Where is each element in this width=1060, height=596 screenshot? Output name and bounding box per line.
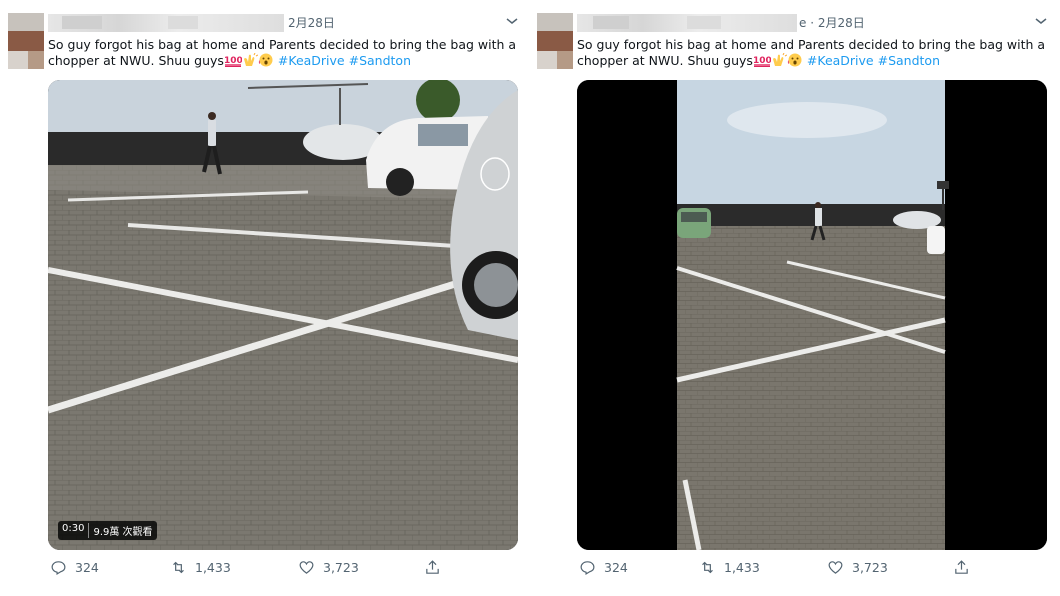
retweet-button[interactable]: 1,433 [170, 556, 231, 578]
retweet-count: 1,433 [195, 559, 231, 575]
retweet-button[interactable]: 1,433 [699, 556, 760, 578]
share-icon [426, 559, 439, 574]
astonished-face-icon [787, 53, 802, 67]
blurred-username [577, 14, 797, 32]
tweet-text: So guy forgot his bag at home and Parent… [48, 37, 518, 69]
share-button[interactable] [424, 556, 441, 578]
video-views: 9.9萬 次觀看 [88, 523, 153, 538]
like-button[interactable]: 3,723 [298, 556, 359, 578]
avatar[interactable] [8, 13, 44, 69]
like-count: 3,723 [852, 559, 888, 575]
avatar[interactable] [537, 13, 573, 69]
retweet-icon [702, 561, 713, 573]
reply-button[interactable]: 324 [50, 556, 99, 578]
astonished-face-icon [258, 53, 273, 67]
tweet-actions: 324 1,433 3,723 [577, 556, 1047, 580]
hashtag-keadrive[interactable]: #KeaDrive [807, 53, 874, 68]
retweet-icon [173, 561, 184, 573]
heart-icon [299, 560, 314, 574]
share-button[interactable] [953, 556, 970, 578]
hundred-points-icon: 100 [224, 56, 242, 67]
video-player[interactable] [577, 80, 1047, 550]
tweet-date[interactable]: 2月28日 [288, 14, 335, 31]
hundred-points-icon: 100 [753, 56, 771, 67]
tweet-card[interactable]: 2月28日 So guy forgot his bag at home and … [8, 0, 518, 596]
tweet-text: So guy forgot his bag at home and Parent… [577, 37, 1047, 69]
chevron-down-icon[interactable] [1033, 13, 1049, 29]
retweet-count: 1,433 [724, 559, 760, 575]
hashtag-sandton[interactable]: #Sandton [878, 53, 940, 68]
chevron-down-icon[interactable] [504, 13, 520, 29]
heart-icon [828, 560, 843, 574]
hashtag-keadrive[interactable]: #KeaDrive [278, 53, 345, 68]
share-icon [955, 559, 968, 574]
reply-icon [51, 560, 66, 575]
video-player[interactable]: 0:30 9.9萬 次觀看 [48, 80, 518, 550]
reply-count: 324 [604, 559, 628, 575]
video-frame[interactable] [48, 80, 518, 550]
clapping-hands-icon [772, 53, 787, 66]
reply-icon [580, 560, 595, 575]
clapping-hands-icon [243, 53, 258, 66]
tweet-date[interactable]: e · 2月28日 [799, 14, 865, 31]
tweet-actions: 324 1,433 3,723 [48, 556, 518, 580]
video-duration: 0:30 [62, 523, 85, 534]
reply-button[interactable]: 324 [579, 556, 628, 578]
video-frame[interactable] [577, 80, 1047, 550]
blurred-username [48, 14, 284, 32]
reply-count: 324 [75, 559, 99, 575]
like-count: 3,723 [323, 559, 359, 575]
video-badge: 0:30 9.9萬 次觀看 [58, 521, 157, 540]
tweet-card[interactable]: e · 2月28日 So guy forgot his bag at home … [537, 0, 1047, 596]
like-button[interactable]: 3,723 [827, 556, 888, 578]
hashtag-sandton[interactable]: #Sandton [349, 53, 411, 68]
